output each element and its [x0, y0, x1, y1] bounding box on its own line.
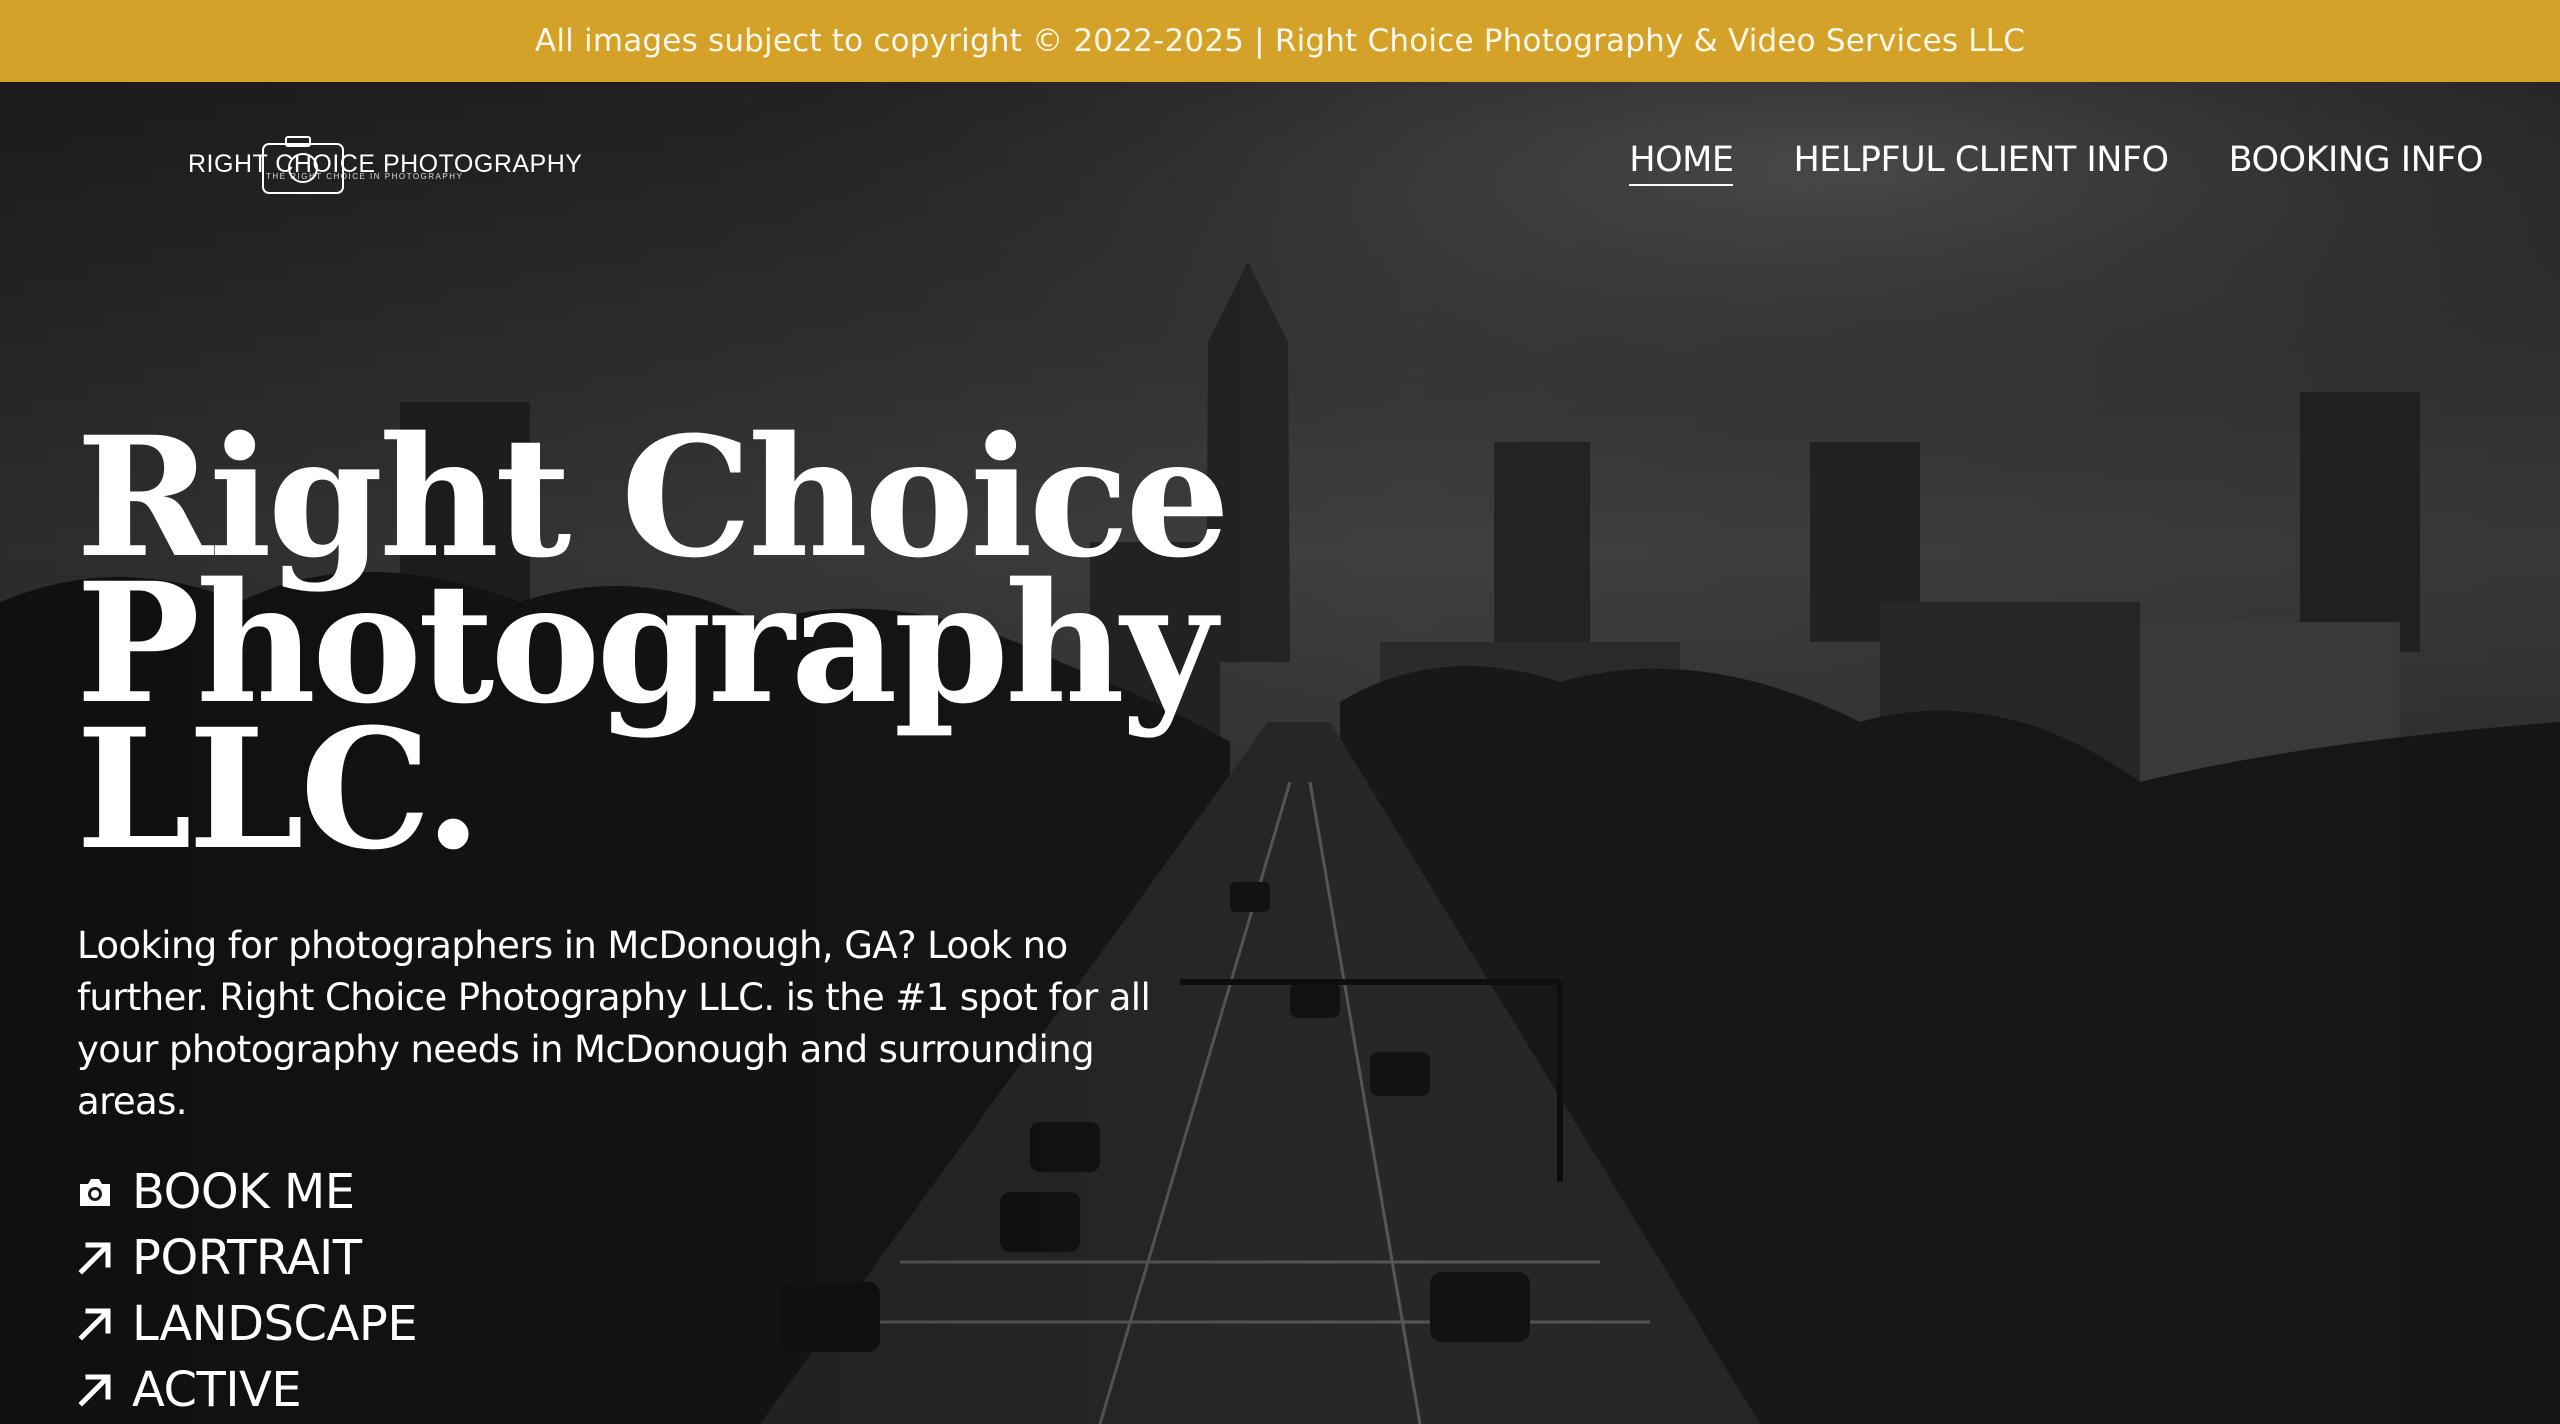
arrow-up-right-icon — [78, 1308, 111, 1341]
link-label: ACTIVE — [132, 1362, 302, 1418]
copyright-text: All images subject to copyright © 2022-2… — [534, 23, 2026, 59]
nav-item-home[interactable]: HOME — [1629, 140, 1734, 186]
landscape-link[interactable]: LANDSCAPE — [76, 1291, 418, 1357]
portrait-link[interactable]: PORTRAIT — [76, 1225, 417, 1291]
hero-links: BOOK ME PORTRAIT LANDSCAPE ACTIVE — [76, 1159, 418, 1423]
book-me-link[interactable]: BOOK ME — [76, 1159, 417, 1225]
arrow-up-right-icon — [78, 1374, 111, 1407]
page-title: Right Choice Photography LLC. — [76, 415, 1230, 872]
active-link[interactable]: ACTIVE — [76, 1357, 417, 1423]
nav-item-booking-info[interactable]: BOOKING INFO — [2229, 140, 2484, 186]
link-label: PORTRAIT — [132, 1230, 362, 1286]
main-nav: HOME HELPFUL CLIENT INFO BOOKING INFO — [1629, 140, 2484, 186]
nav-item-helpful-client-info[interactable]: HELPFUL CLIENT INFO — [1793, 140, 2169, 186]
link-label: LANDSCAPE — [132, 1296, 418, 1352]
logo-tagline: THE RIGHT CHOICE IN PHOTOGRAPHY — [266, 172, 464, 181]
link-label: BOOK ME — [132, 1164, 355, 1220]
camera-icon — [80, 1179, 110, 1206]
hero-description: Looking for photographers in McDonough, … — [77, 924, 1151, 1123]
hero-section: RIGHT CHOICE PHOTOGRAPHY THE RIGHT CHOIC… — [0, 82, 2560, 1424]
site-logo[interactable]: RIGHT CHOICE PHOTOGRAPHY THE RIGHT CHOIC… — [188, 132, 582, 196]
copyright-banner: All images subject to copyright © 2022-2… — [0, 0, 2560, 82]
arrow-up-right-icon — [78, 1242, 111, 1275]
camera-outline-icon — [262, 136, 344, 194]
